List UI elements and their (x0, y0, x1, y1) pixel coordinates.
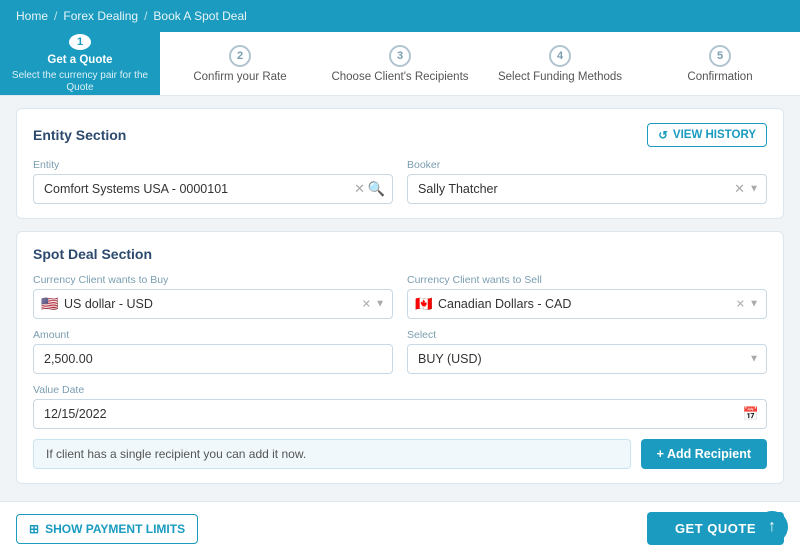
entity-field-group: Entity ✕ 🔍 (33, 159, 393, 204)
breadcrumb-book[interactable]: Book A Spot Deal (153, 9, 246, 23)
step-5-label: Confirmation (687, 71, 752, 83)
buy-flag: 🇺🇸 (41, 296, 58, 313)
entity-clear-icon[interactable]: ✕ (354, 181, 365, 197)
step-5-circle: 5 (709, 45, 731, 67)
value-date-wrap: 📅 (33, 399, 767, 429)
bottom-bar: ⊞ SHOW PAYMENT LIMITS GET QUOTE (0, 501, 800, 555)
booker-input[interactable] (407, 174, 767, 204)
buy-sell-select[interactable]: BUY (USD) SELL (CAD) (407, 344, 767, 374)
amount-label: Amount (33, 329, 393, 341)
select-wrap: BUY (USD) SELL (CAD) ▼ (407, 344, 767, 374)
entity-label: Entity (33, 159, 393, 171)
topbar: Home / Forex Dealing / Book A Spot Deal (0, 0, 800, 32)
entity-section-card: Entity Section ↺ VIEW HISTORY Entity ✕ 🔍… (16, 108, 784, 219)
amount-row: Amount Select BUY (USD) SELL (CAD) ▼ (33, 329, 767, 374)
spot-deal-section-card: Spot Deal Section Currency Client wants … (16, 231, 784, 484)
step-2-circle: 2 (229, 45, 251, 67)
value-date-input[interactable] (33, 399, 767, 429)
entity-input[interactable] (33, 174, 393, 204)
step-3[interactable]: 3 Choose Client's Recipients (320, 32, 480, 95)
sell-flag: 🇨🇦 (415, 296, 432, 313)
select-label: Select (407, 329, 767, 341)
buy-currency-label: Currency Client wants to Buy (33, 274, 393, 286)
entity-search-icon[interactable]: 🔍 (368, 181, 385, 198)
booker-clear-icon[interactable]: ✕ (734, 181, 745, 197)
buy-currency-wrap: 🇺🇸 ✕ ▼ (33, 289, 393, 319)
breadcrumb-forex[interactable]: Forex Dealing (63, 9, 138, 23)
show-payment-limits-button[interactable]: ⊞ SHOW PAYMENT LIMITS (16, 514, 198, 544)
sell-currency-group: Currency Client wants to Sell 🇨🇦 ✕ ▼ (407, 274, 767, 319)
step-4-circle: 4 (549, 45, 571, 67)
step-3-label: Choose Client's Recipients (331, 71, 468, 83)
scroll-to-top-button[interactable]: ↑ (756, 511, 788, 543)
add-recipient-button[interactable]: + Add Recipient (641, 439, 767, 469)
stepper: 1 Get a Quote Select the currency pair f… (0, 32, 800, 96)
limits-icon: ⊞ (29, 522, 39, 536)
value-date-row: Value Date 📅 (33, 384, 767, 429)
step-2-label: Confirm your Rate (193, 71, 286, 83)
step-1[interactable]: 1 Get a Quote Select the currency pair f… (0, 32, 160, 95)
value-date-label: Value Date (33, 384, 767, 396)
breadcrumb: Home / Forex Dealing / Book A Spot Deal (16, 9, 247, 23)
show-limits-label: SHOW PAYMENT LIMITS (45, 522, 185, 536)
recipient-row: If client has a single recipient you can… (33, 439, 767, 469)
calendar-icon[interactable]: 📅 (743, 406, 759, 422)
step-2[interactable]: 2 Confirm your Rate (160, 32, 320, 95)
step-4[interactable]: 4 Select Funding Methods (480, 32, 640, 95)
sell-currency-input[interactable] (407, 289, 767, 319)
entity-section-header: Entity Section ↺ VIEW HISTORY (33, 123, 767, 147)
buy-currency-clear-icon[interactable]: ✕ (362, 298, 371, 311)
step-1-sublabel: Select the currency pair for the Quote (4, 70, 156, 94)
amount-group: Amount (33, 329, 393, 374)
booker-label: Booker (407, 159, 767, 171)
step-3-circle: 3 (389, 45, 411, 67)
get-quote-label: GET QUOTE (675, 521, 756, 536)
step-5[interactable]: 5 Confirmation (640, 32, 800, 95)
buy-currency-arrow-icon[interactable]: ▼ (375, 299, 385, 310)
currency-row: Currency Client wants to Buy 🇺🇸 ✕ ▼ Curr… (33, 274, 767, 319)
entity-input-wrap: ✕ 🔍 (33, 174, 393, 204)
add-recipient-label: + Add Recipient (657, 447, 751, 461)
booker-input-wrap: ✕ ▼ (407, 174, 767, 204)
select-group: Select BUY (USD) SELL (CAD) ▼ (407, 329, 767, 374)
view-history-button[interactable]: ↺ VIEW HISTORY (647, 123, 767, 147)
amount-input[interactable] (33, 344, 393, 374)
main-content: Entity Section ↺ VIEW HISTORY Entity ✕ 🔍… (0, 96, 800, 496)
sell-currency-arrow-icon[interactable]: ▼ (749, 299, 759, 310)
buy-currency-input[interactable] (33, 289, 393, 319)
amount-wrap (33, 344, 393, 374)
breadcrumb-sep2: / (144, 9, 147, 23)
value-date-group: Value Date 📅 (33, 384, 767, 429)
sell-currency-clear-icon[interactable]: ✕ (736, 298, 745, 311)
view-history-label: VIEW HISTORY (673, 129, 756, 141)
booker-field-group: Booker ✕ ▼ (407, 159, 767, 204)
breadcrumb-home[interactable]: Home (16, 9, 48, 23)
buy-currency-group: Currency Client wants to Buy 🇺🇸 ✕ ▼ (33, 274, 393, 319)
recipient-hint: If client has a single recipient you can… (33, 439, 631, 469)
breadcrumb-sep1: / (54, 9, 57, 23)
sell-currency-wrap: 🇨🇦 ✕ ▼ (407, 289, 767, 319)
entity-section-title: Entity Section (33, 127, 126, 143)
step-4-label: Select Funding Methods (498, 71, 622, 83)
history-icon: ↺ (658, 128, 668, 142)
spot-deal-title: Spot Deal Section (33, 246, 152, 262)
entity-form-row: Entity ✕ 🔍 Booker ✕ ▼ (33, 159, 767, 204)
step-1-circle: 1 (69, 34, 91, 50)
sell-currency-label: Currency Client wants to Sell (407, 274, 767, 286)
step-1-label: Get a Quote (47, 54, 112, 66)
spot-deal-header: Spot Deal Section (33, 246, 767, 262)
